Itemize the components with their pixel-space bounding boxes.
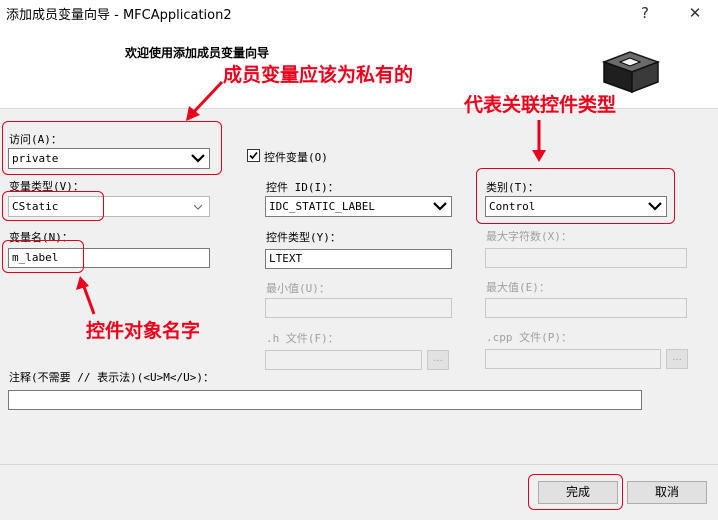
cpp-file-label: .cpp 文件(P)： [486, 331, 572, 344]
h-file-label: .h 文件(F)： [266, 332, 339, 345]
arrow-to-var-name-icon [76, 276, 96, 315]
min-value-input [265, 298, 452, 318]
category-annotation: 代表关联控件类型 [464, 94, 617, 116]
control-type-input[interactable]: LTEXT [265, 249, 452, 269]
var-type-highlight-box [2, 191, 104, 221]
private-annotation: 成员变量应该为私有的 [223, 64, 414, 86]
name-annotation: 控件对象名字 [86, 320, 201, 342]
window-title: 添加成员变量向导 - MFCApplication2 [6, 8, 232, 23]
control-var-label: 控件变量(O) [264, 151, 328, 164]
category-highlight-box [476, 168, 675, 224]
welcome-heading: 欢迎使用添加成员变量向导 [125, 46, 270, 60]
finish-highlight-box [528, 474, 623, 510]
wizard-logo-icon [601, 51, 661, 94]
max-value-input [485, 298, 687, 318]
control-id-label: 控件 ID(I)： [266, 181, 339, 194]
control-id-value: IDC_STATIC_LABEL [269, 200, 375, 213]
checkmark-icon [249, 151, 258, 160]
arrow-to-category-icon [532, 120, 546, 162]
max-value-label: 最大值(E)： [486, 281, 550, 294]
close-button[interactable]: ✕ [675, 1, 715, 25]
help-button[interactable]: ? [625, 1, 665, 25]
chevron-down-icon [433, 202, 447, 211]
h-file-browse-button: ... [427, 350, 449, 370]
comment-label: 注释(不需要 // 表示法)(<U>M</U>)： [9, 371, 214, 384]
min-value-label: 最小值(U)： [266, 282, 330, 295]
max-chars-input [485, 248, 687, 268]
control-var-checkbox[interactable] [247, 149, 260, 162]
access-highlight-box [2, 121, 222, 175]
cpp-file-input [485, 349, 661, 369]
cancel-button[interactable]: 取消 [627, 481, 707, 504]
max-chars-label: 最大字符数(X)： [486, 230, 572, 243]
control-id-combobox[interactable]: IDC_STATIC_LABEL [265, 196, 452, 217]
title-bar: 添加成员变量向导 - MFCApplication2 ? ✕ [0, 0, 718, 26]
chevron-down-icon [193, 204, 203, 210]
control-type-label: 控件类型(Y)： [266, 231, 341, 244]
comment-input[interactable] [8, 390, 642, 410]
h-file-input [265, 350, 422, 370]
cpp-file-browse-button: ... [666, 349, 688, 369]
var-name-highlight-box [2, 240, 84, 273]
